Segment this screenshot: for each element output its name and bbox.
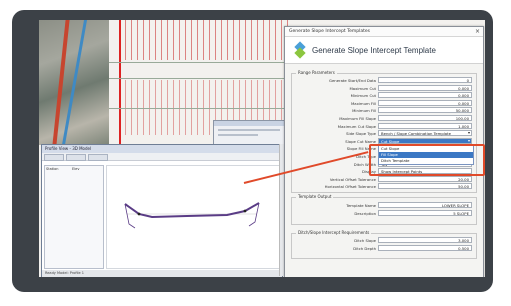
- param-label: Minimum Fill: [352, 108, 376, 114]
- param-row: Template Name LOWER SLOPE: [292, 202, 476, 209]
- highlight-box: [369, 144, 485, 176]
- template-output-group: Template Output Template Name LOWER SLOPE…: [291, 194, 477, 225]
- dialog-header: Generate Slope Intercept Template: [285, 37, 483, 64]
- param-row: Minimum Fill 50.000: [292, 107, 476, 114]
- param-row: Maximum Cut Slope 1.000: [292, 122, 476, 130]
- mini-window-content: [218, 129, 280, 131]
- param-row: Description 5 SLOPE: [292, 210, 476, 217]
- param-field[interactable]: 1.000: [378, 122, 472, 129]
- param-field[interactable]: LOWER SLOPE: [378, 202, 472, 208]
- param-field[interactable]: Cut Slope: [378, 137, 472, 144]
- param-label: Vertical Offset Tolerance: [329, 176, 376, 182]
- toolbar-button[interactable]: [44, 154, 64, 161]
- param-field[interactable]: 20.00: [378, 175, 472, 182]
- param-label: Template Name: [346, 203, 376, 208]
- param-field[interactable]: 5 SLOPE: [378, 210, 472, 216]
- device-frame: Profile View - 3D Model Station Elev Rea…: [12, 10, 493, 292]
- param-row: Ditch Depth 0.500: [292, 245, 476, 252]
- param-row: Ditch Slope 3.000: [292, 237, 476, 244]
- param-label: Ditch Depth: [353, 246, 376, 251]
- column-header-station: Station: [46, 167, 59, 171]
- grid-line: [109, 78, 289, 79]
- grid-line: [109, 108, 289, 109]
- group-label: Ditch/Slope Intercept Requirements: [296, 230, 372, 235]
- param-row: Minimum Cut 0.000: [292, 92, 476, 99]
- param-label: Maximum Fill Slope: [339, 116, 376, 121]
- param-row: Side Slope Type Bench / Slope Combination…: [292, 130, 476, 137]
- profile-data-list[interactable]: Station Elev: [44, 165, 104, 269]
- status-bar: Ready Model: Profile 1: [42, 270, 282, 277]
- mini-tool-window[interactable]: [213, 120, 285, 146]
- dialog-heading: Generate Slope Intercept Template: [312, 45, 436, 55]
- param-label: Side Slope Type: [346, 131, 376, 137]
- param-label: Maximum Cut: [349, 85, 376, 91]
- profile-toolbar: [42, 153, 282, 161]
- param-field[interactable]: 0.000: [378, 84, 472, 91]
- toolbar-button[interactable]: [88, 154, 108, 161]
- profile-window[interactable]: Profile View - 3D Model Station Elev Rea…: [41, 144, 283, 277]
- toolbar-button[interactable]: [66, 154, 86, 161]
- group-label: Template Output: [296, 194, 334, 199]
- app-logo-icon: [293, 41, 307, 59]
- alignment-line: [119, 20, 121, 145]
- param-label: Horizontal Offset Tolerance: [324, 184, 376, 190]
- column-header-elev: Elev: [72, 167, 80, 171]
- close-icon[interactable]: ×: [475, 27, 480, 36]
- param-label: Generate Start/End Data: [329, 78, 376, 83]
- dialog-titlebar: Generate Slope Intercept Templates ×: [285, 27, 483, 37]
- param-row: Horizontal Offset Tolerance 50.00: [292, 183, 476, 190]
- param-label: Maximum Cut Slope: [337, 123, 376, 129]
- param-field[interactable]: 0: [378, 77, 472, 83]
- param-field[interactable]: 100.00: [378, 115, 472, 121]
- param-field[interactable]: 50.00: [378, 183, 472, 190]
- ditch-requirements-group: Ditch/Slope Intercept Requirements Ditch…: [291, 230, 477, 259]
- param-field[interactable]: 0.000: [378, 99, 472, 106]
- param-field[interactable]: 0.000: [378, 92, 472, 99]
- param-row: Maximum Cut 0.000: [292, 84, 476, 92]
- mini-window-content: [218, 134, 258, 136]
- dialog-window-title: Generate Slope Intercept Templates: [289, 29, 370, 34]
- grid-line: [109, 62, 289, 63]
- param-row: Maximum Fill Slope 100.00: [292, 115, 476, 122]
- param-row: Maximum Fill 0.000: [292, 99, 476, 107]
- param-field[interactable]: Bench / Slope Combination Template: [378, 130, 472, 137]
- param-label: Description: [354, 211, 376, 216]
- param-field[interactable]: 0.500: [378, 245, 472, 251]
- param-row: Vertical Offset Tolerance 20.00: [292, 175, 476, 183]
- param-label: Minimum Cut: [350, 93, 376, 99]
- param-row: Generate Start/End Data 0: [292, 77, 476, 84]
- group-label: Range Parameters: [296, 70, 337, 75]
- param-label: Maximum Fill: [351, 100, 376, 106]
- param-field[interactable]: 3.000: [378, 237, 472, 243]
- mini-window-titlebar: [214, 121, 284, 126]
- screen: Profile View - 3D Model Station Elev Rea…: [39, 20, 485, 277]
- param-field[interactable]: 50.000: [378, 107, 472, 114]
- profile-window-title: Profile View - 3D Model: [42, 145, 282, 153]
- param-label: Ditch Slope: [354, 238, 376, 243]
